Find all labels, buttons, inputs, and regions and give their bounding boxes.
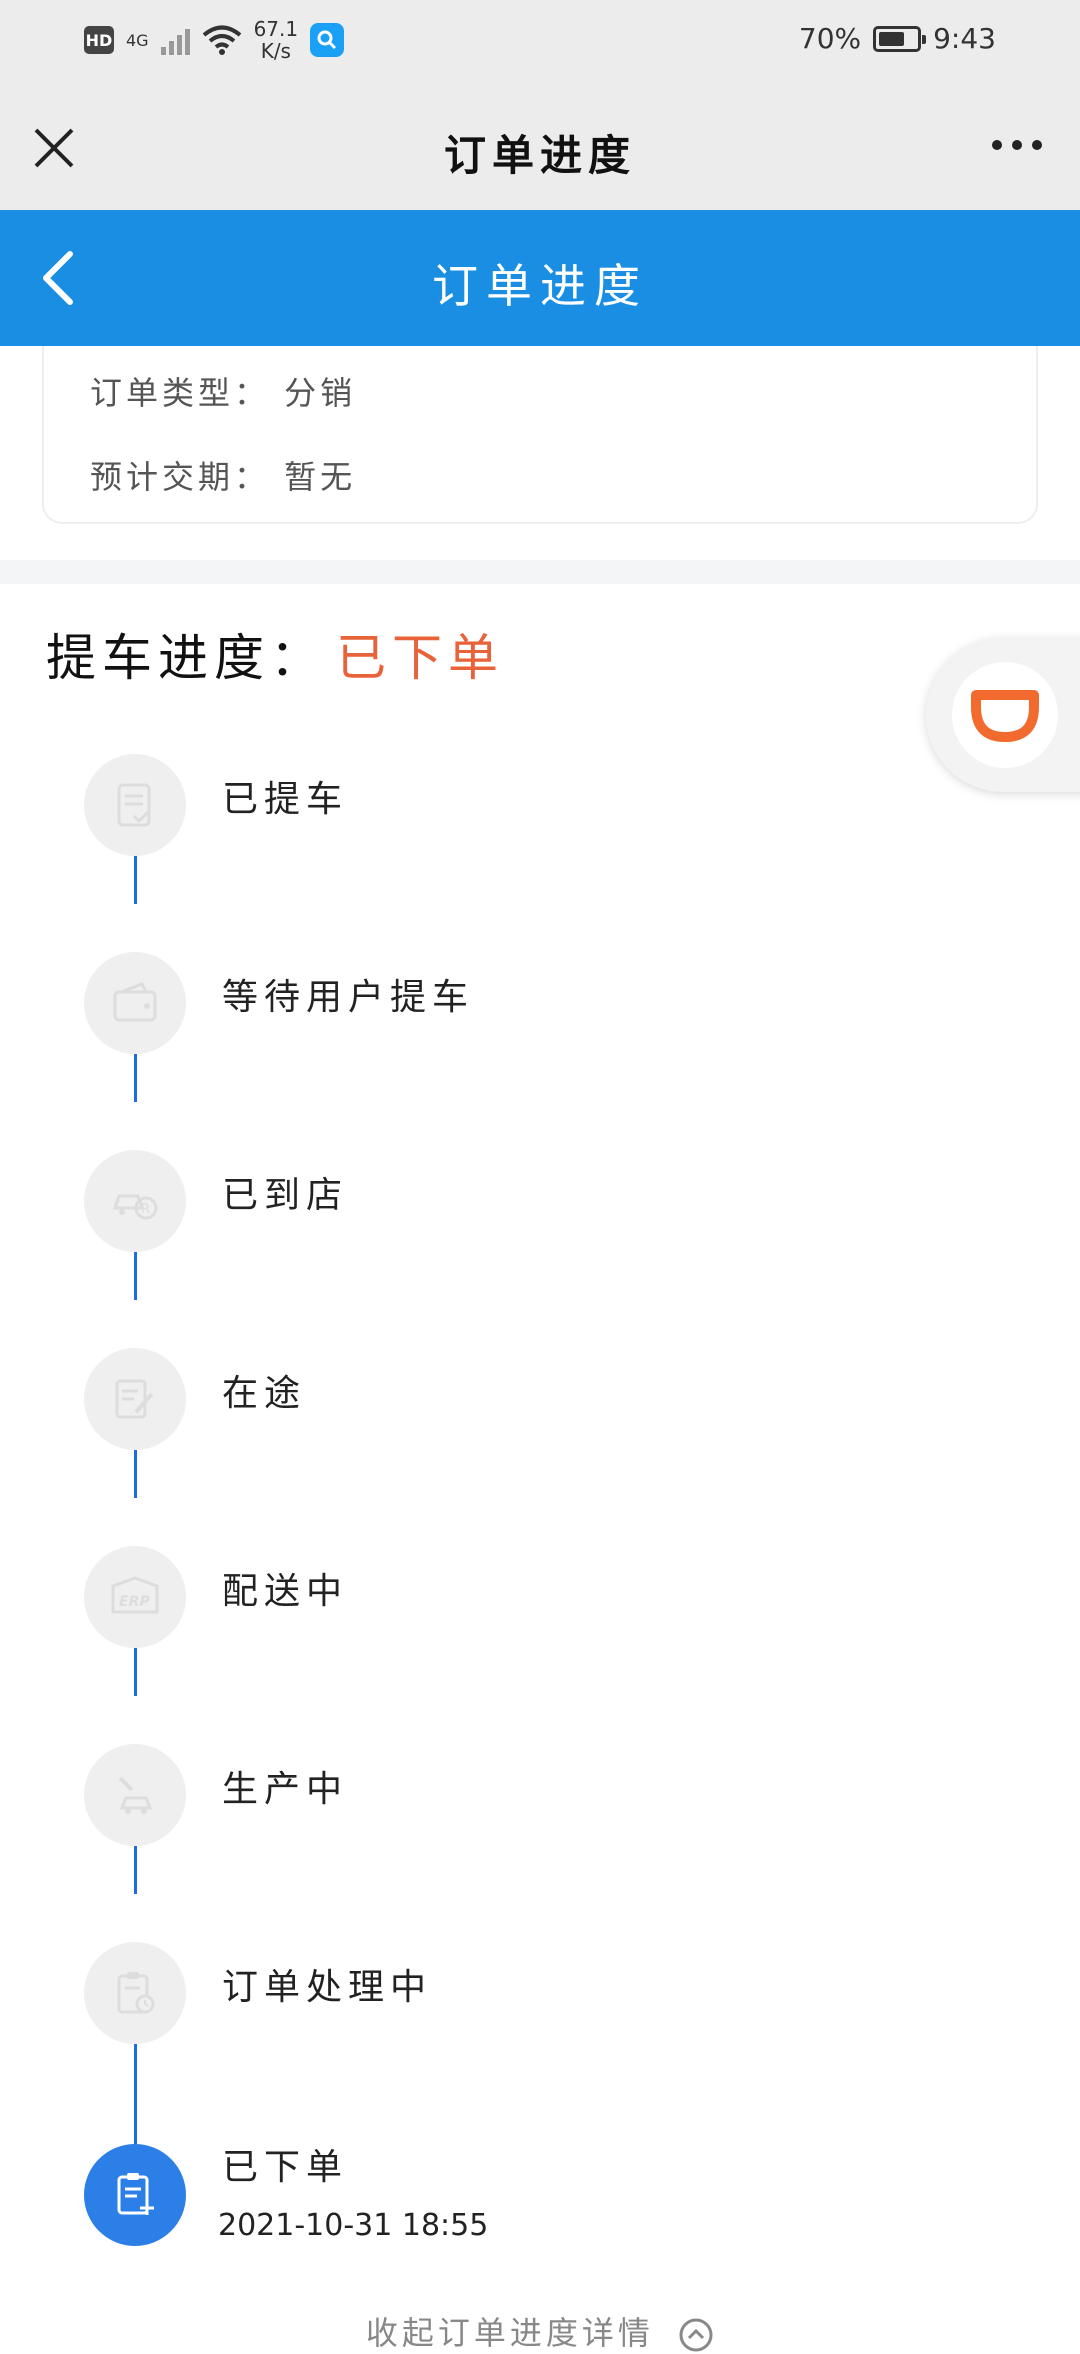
step-label: 等待用户提车 <box>222 977 475 1018</box>
timeline-step: 等待用户提车 <box>84 952 784 1062</box>
car-store-icon: R <box>84 1150 186 1252</box>
timeline-step: 在途 <box>84 1348 784 1458</box>
svg-text:R: R <box>141 1202 150 1217</box>
timeline-step: R 已到店 <box>84 1150 784 1260</box>
step-label: 已下单 <box>222 2147 349 2188</box>
clipboard-clock-icon <box>84 1942 186 2044</box>
timeline-step-active: 已下单 2021-10-31 18:55 <box>84 2144 784 2264</box>
collapse-progress-link[interactable]: 收起订单进度详情 <box>0 2308 1080 2354</box>
progress-timeline: 已提车 等待用户提车 R 已到店 在途 ERP 配送中 生产中 订单处理中 已下… <box>0 0 1080 2340</box>
step-label: 已到店 <box>222 1175 349 1216</box>
timeline-step: 生产中 <box>84 1744 784 1854</box>
timeline-step: ERP 配送中 <box>84 1546 784 1656</box>
erp-box-icon: ERP <box>84 1546 186 1648</box>
timeline-step: 已提车 <box>84 754 784 864</box>
clipboard-add-icon <box>84 2144 186 2246</box>
timeline-line <box>134 2044 137 2144</box>
edit-note-icon <box>84 1348 186 1450</box>
step-label: 在途 <box>222 1373 307 1414</box>
timeline-step: 订单处理中 <box>84 1942 784 2052</box>
collapse-label: 收起订单进度详情 <box>365 2314 654 2352</box>
wallet-icon <box>84 952 186 1054</box>
step-label: 订单处理中 <box>222 1967 433 2008</box>
step-label: 已提车 <box>222 779 349 820</box>
step-label: 生产中 <box>222 1769 349 1810</box>
step-time: 2021-10-31 18:55 <box>218 2208 489 2243</box>
chevron-up-circle-icon <box>679 2318 713 2352</box>
svg-text:ERP: ERP <box>119 1594 150 1610</box>
step-label: 配送中 <box>222 1571 349 1612</box>
checklist-icon <box>84 754 186 856</box>
factory-car-icon <box>84 1744 186 1846</box>
